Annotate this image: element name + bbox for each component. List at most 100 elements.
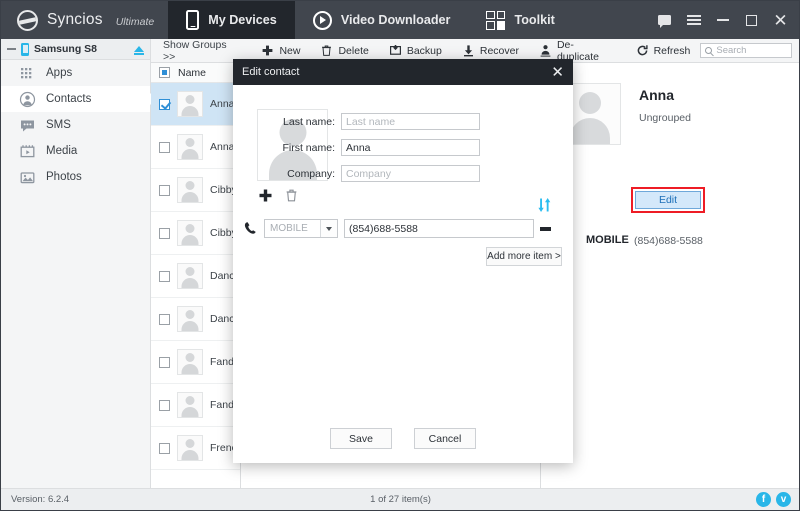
- collapse-icon: [7, 48, 16, 50]
- eject-icon[interactable]: [134, 46, 144, 52]
- sidebar-item-contacts[interactable]: Contacts: [1, 86, 150, 112]
- dialog-title-bar: Edit contact ✕: [233, 59, 573, 85]
- menu-button[interactable]: [679, 1, 708, 39]
- sidebar-item-apps[interactable]: Apps: [1, 60, 150, 86]
- edit-contact-dialog: Edit contact ✕ Last name: First name: Co…: [233, 59, 573, 463]
- table-row[interactable]: Dancy: [151, 298, 240, 341]
- row-checkbox[interactable]: [159, 400, 170, 411]
- dialog-close-icon[interactable]: ✕: [551, 65, 564, 80]
- edit-button[interactable]: Edit: [635, 191, 701, 209]
- new-button-label: New: [279, 45, 300, 57]
- phone-type-label: MOBILE: [586, 234, 629, 246]
- twitter-icon[interactable]: ᴠ: [776, 492, 791, 507]
- row-checkbox[interactable]: [159, 357, 170, 368]
- row-name: Anna: [210, 141, 235, 153]
- sidebar-item-media[interactable]: Media: [1, 138, 150, 164]
- download-icon: [462, 44, 475, 57]
- last-name-input[interactable]: [341, 113, 480, 130]
- maximize-button[interactable]: [737, 1, 766, 39]
- sidebar-item-sms-label: SMS: [46, 119, 71, 131]
- tab-my-devices[interactable]: My Devices: [168, 1, 295, 39]
- row-checkbox[interactable]: [159, 142, 170, 153]
- menu-icon: [687, 12, 701, 27]
- sidebar-item-photos[interactable]: Photos: [1, 164, 150, 190]
- select-all-checkbox[interactable]: [159, 67, 170, 78]
- contact-person-icon: [19, 91, 36, 108]
- backup-icon: [389, 44, 402, 57]
- avatar: [177, 263, 203, 289]
- dialog-body: Last name: First name: Company:: [233, 85, 573, 463]
- device-selector[interactable]: Samsung S8: [1, 39, 150, 60]
- tab-toolkit-label: Toolkit: [514, 13, 554, 27]
- table-row[interactable]: Cibby: [151, 169, 240, 212]
- phone-number-input[interactable]: [344, 219, 534, 238]
- phone-number-value: (854)688-5588: [634, 235, 703, 247]
- search-icon: [705, 47, 712, 54]
- delete-button[interactable]: Delete: [310, 44, 378, 57]
- refresh-button[interactable]: Refresh: [626, 44, 701, 57]
- phone-type-select[interactable]: MOBILE: [264, 219, 338, 238]
- remove-phone-icon[interactable]: [540, 227, 551, 231]
- sidebar-item-contacts-label: Contacts: [46, 93, 91, 105]
- phone-icon: [186, 10, 199, 30]
- close-button[interactable]: ✕: [766, 1, 795, 39]
- avatar: [177, 220, 203, 246]
- field-company-label: Company:: [267, 168, 335, 180]
- table-row[interactable]: Fanda: [151, 384, 240, 427]
- add-photo-icon[interactable]: [258, 188, 273, 208]
- item-count-label: 1 of 27 item(s): [1, 494, 800, 505]
- contact-rows: AnnaAnnaCibbyCibbyDancyDancyFandaFandaFr…: [151, 83, 240, 470]
- sidebar-item-photos-label: Photos: [46, 171, 82, 183]
- sms-bubble-icon: [19, 117, 36, 134]
- add-more-item-button[interactable]: Add more item >: [486, 247, 562, 266]
- delete-photo-icon[interactable]: [284, 188, 299, 208]
- minimize-button[interactable]: [708, 1, 737, 39]
- tab-video-downloader[interactable]: Video Downloader: [295, 1, 469, 39]
- search-box[interactable]: [700, 43, 792, 58]
- tab-toolkit[interactable]: Toolkit: [468, 1, 572, 39]
- facebook-icon[interactable]: f: [756, 492, 771, 507]
- device-phone-icon: [21, 43, 29, 56]
- row-checkbox[interactable]: [159, 99, 170, 110]
- table-row[interactable]: Anna: [151, 83, 240, 126]
- apps-grid-icon: [19, 65, 36, 82]
- close-icon: ✕: [773, 12, 787, 29]
- photos-image-icon: [19, 169, 36, 186]
- row-checkbox[interactable]: [159, 185, 170, 196]
- company-input[interactable]: [341, 165, 480, 182]
- cancel-button[interactable]: Cancel: [414, 428, 476, 449]
- media-film-icon: [19, 143, 36, 160]
- search-input[interactable]: [716, 45, 787, 56]
- play-circle-icon: [313, 11, 332, 30]
- avatar: [177, 134, 203, 160]
- device-name: Samsung S8: [34, 43, 129, 55]
- new-button[interactable]: New: [251, 44, 310, 57]
- field-last-name: Last name:: [267, 113, 480, 130]
- backup-button[interactable]: Backup: [379, 44, 452, 57]
- table-row[interactable]: Dancy: [151, 255, 240, 298]
- syncios-window: Syncios Ultimate My Devices Video Downlo…: [0, 0, 800, 511]
- avatar: [177, 435, 203, 461]
- refresh-button-label: Refresh: [654, 45, 691, 57]
- feedback-button[interactable]: [650, 1, 679, 39]
- table-row[interactable]: Anna: [151, 126, 240, 169]
- row-checkbox[interactable]: [159, 443, 170, 454]
- first-name-input[interactable]: [341, 139, 480, 156]
- edit-button-highlight: Edit: [631, 187, 705, 213]
- phone-type-value: MOBILE: [270, 223, 308, 234]
- table-row[interactable]: Cibby: [151, 212, 240, 255]
- table-row[interactable]: Fanda: [151, 341, 240, 384]
- row-checkbox[interactable]: [159, 314, 170, 325]
- avatar: [177, 91, 203, 117]
- syncios-logo-icon: [17, 10, 38, 31]
- save-button[interactable]: Save: [330, 428, 392, 449]
- swap-names-icon[interactable]: [538, 197, 552, 213]
- recover-button[interactable]: Recover: [452, 44, 529, 57]
- maximize-icon: [746, 15, 757, 26]
- avatar: [177, 177, 203, 203]
- table-row[interactable]: French: [151, 427, 240, 470]
- row-checkbox[interactable]: [159, 228, 170, 239]
- tab-video-downloader-label: Video Downloader: [341, 13, 451, 27]
- row-checkbox[interactable]: [159, 271, 170, 282]
- sidebar-item-sms[interactable]: SMS: [1, 112, 150, 138]
